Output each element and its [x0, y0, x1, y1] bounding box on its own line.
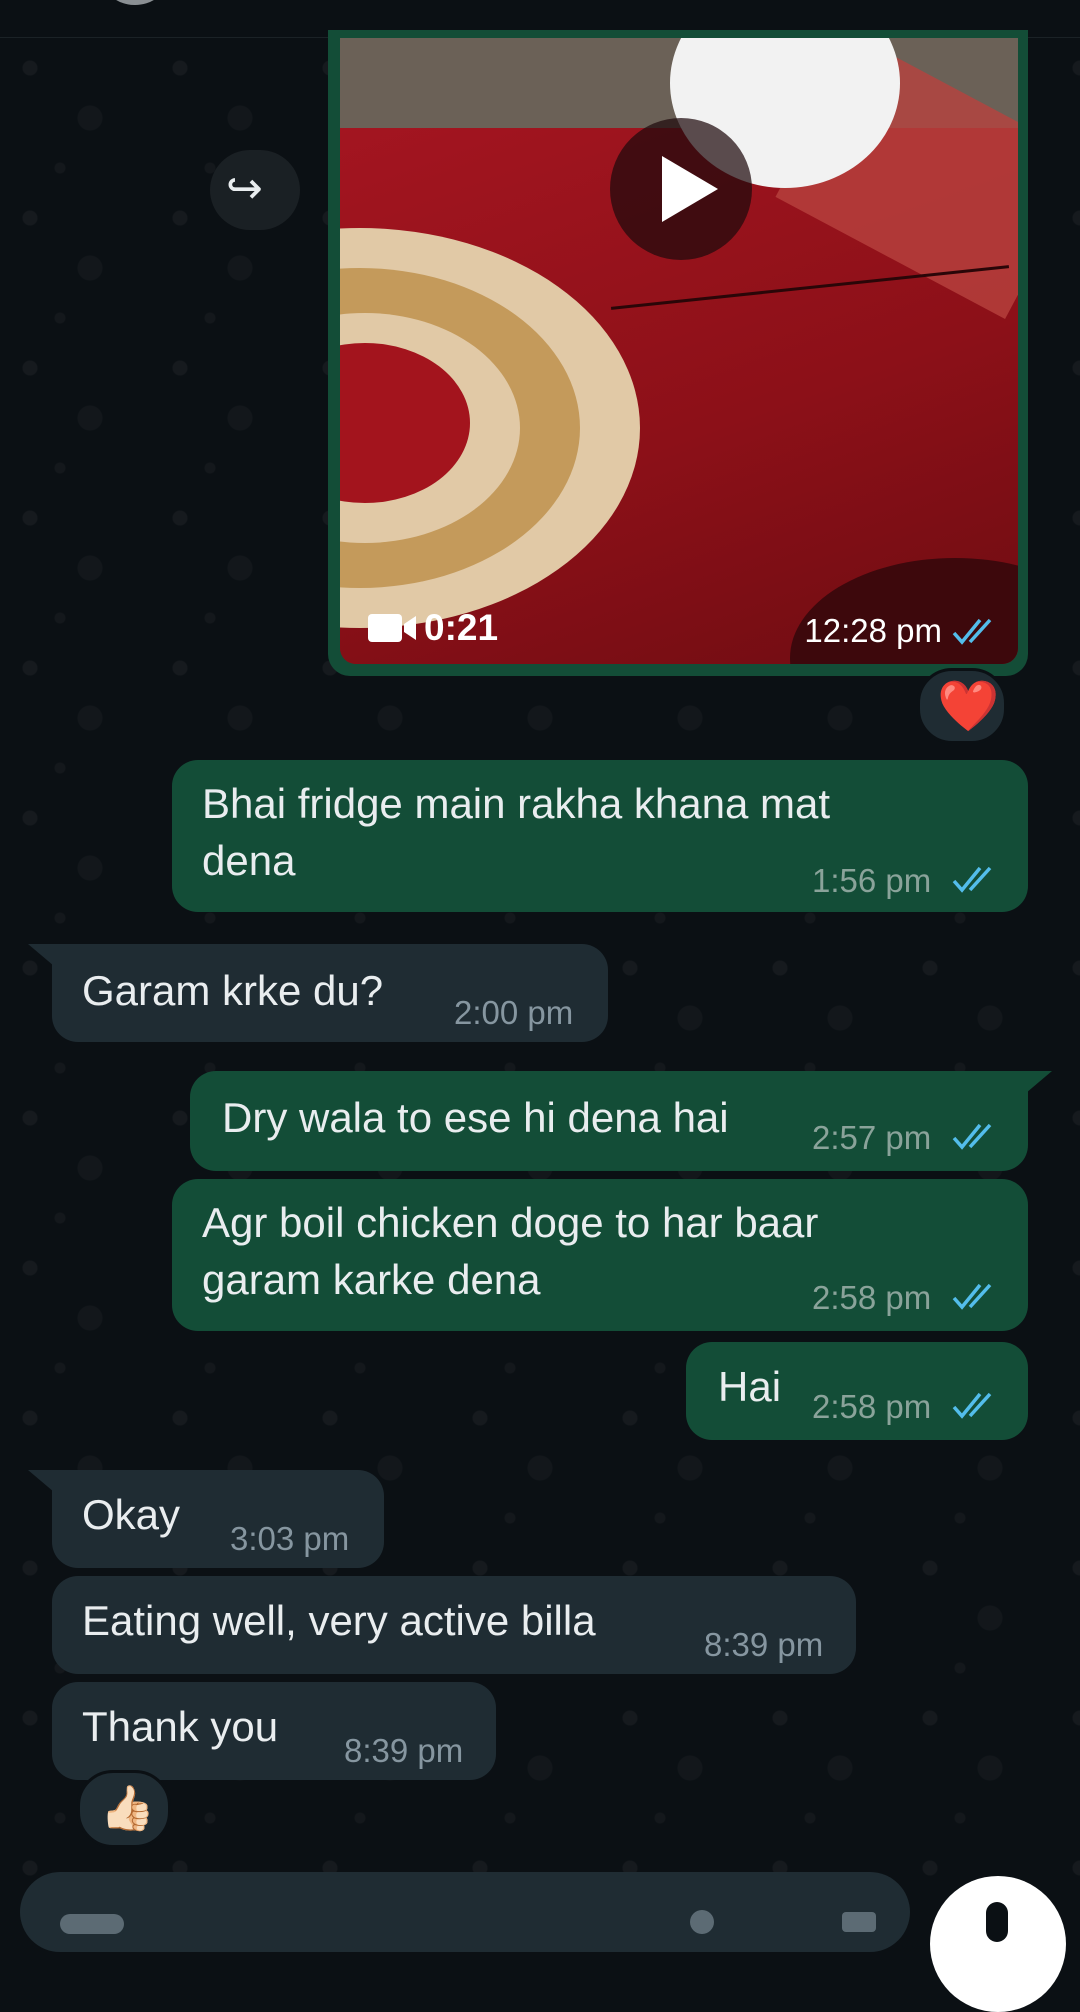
- message-text: Garam krke du?: [82, 967, 384, 1014]
- camera-icon[interactable]: [842, 1912, 876, 1932]
- incoming-message[interactable]: Okay 3:03 pm: [52, 1470, 384, 1568]
- message-text: Hai: [718, 1363, 782, 1410]
- message-time: 2:58 pm: [812, 1388, 932, 1425]
- read-receipt-icon: [952, 866, 992, 893]
- message-time: 8:39 pm: [704, 1626, 824, 1663]
- reaction-badge[interactable]: 👍🏻: [77, 1770, 171, 1848]
- read-receipt-icon: [952, 1392, 992, 1419]
- outgoing-message[interactable]: Bhai fridge main rakha khana mat dena 1:…: [172, 760, 1028, 912]
- read-receipt-icon: [952, 1123, 992, 1150]
- message-time: 1:56 pm: [812, 862, 932, 899]
- incoming-message[interactable]: Thank you 8:39 pm: [52, 1682, 496, 1780]
- message-text: Okay: [82, 1491, 181, 1538]
- message-time: 2:58 pm: [812, 1279, 932, 1316]
- outgoing-message[interactable]: Dry wala to ese hi dena hai 2:57 pm: [190, 1071, 1028, 1171]
- message-text: Thank you: [82, 1703, 279, 1750]
- message-text: Dry wala to ese hi dena hai: [222, 1094, 729, 1141]
- contact-avatar[interactable]: [105, 0, 165, 5]
- message-time: 2:57 pm: [812, 1119, 932, 1156]
- incoming-message[interactable]: Garam krke du? 2:00 pm: [52, 944, 608, 1042]
- message-time: 8:39 pm: [344, 1732, 464, 1769]
- message-time: 2:00 pm: [454, 994, 574, 1031]
- message-text: Eating well, very active billa: [82, 1597, 596, 1644]
- forward-button[interactable]: ↪: [210, 150, 300, 230]
- mic-button[interactable]: [930, 1876, 1066, 2012]
- play-icon[interactable]: [610, 118, 752, 260]
- message-time: 3:03 pm: [230, 1520, 350, 1557]
- message-time: 12:28 pm: [804, 612, 942, 649]
- incoming-message[interactable]: Eating well, very active billa 8:39 pm: [52, 1576, 856, 1674]
- attach-icon[interactable]: [690, 1910, 714, 1934]
- forward-icon: ↪: [226, 164, 263, 213]
- reaction-badge[interactable]: ❤️: [917, 668, 1007, 744]
- thumbs-up-reaction: 👍🏻: [100, 1784, 155, 1833]
- mic-icon: [986, 1902, 1008, 1942]
- heart-reaction: ❤️: [937, 678, 1000, 734]
- message-input[interactable]: [20, 1872, 910, 1952]
- read-receipt-icon: [952, 1283, 992, 1310]
- video-duration: 0:21: [424, 607, 499, 648]
- outgoing-message[interactable]: Hai 2:58 pm: [686, 1342, 1028, 1440]
- video-camera-icon: [368, 614, 416, 642]
- emoji-icon[interactable]: [60, 1914, 124, 1934]
- read-receipt-icon: [952, 618, 992, 645]
- outgoing-message[interactable]: Agr boil chicken doge to har baar garam …: [172, 1179, 1028, 1331]
